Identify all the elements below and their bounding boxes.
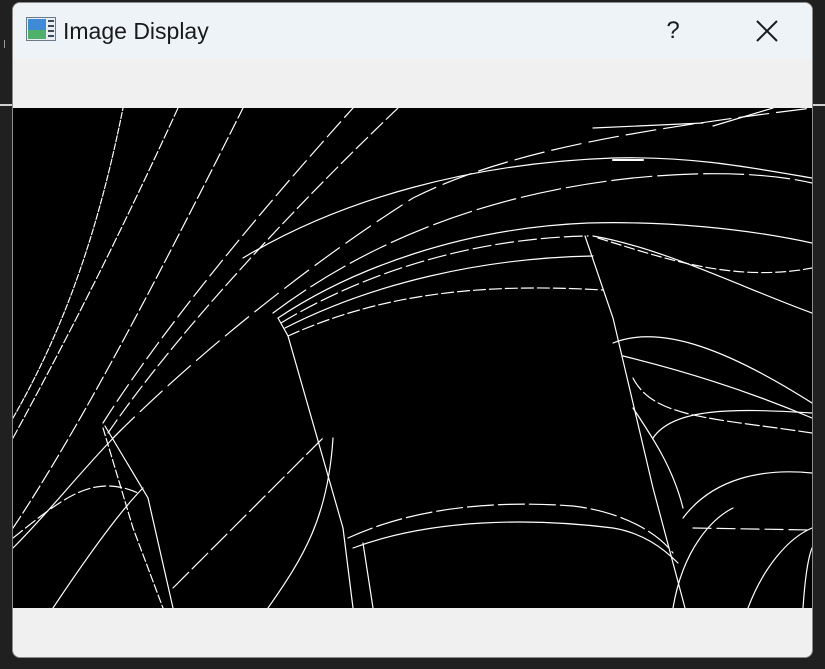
image-window-icon [26,17,56,41]
edge-detection-image [13,108,812,608]
help-button[interactable]: ? [645,9,701,53]
close-icon [756,20,778,42]
background-window-fragment [0,40,5,48]
title-bar[interactable]: Image Display ? [13,3,812,59]
close-button[interactable] [741,9,793,53]
image-display-window: Image Display ? [12,2,813,658]
status-bar [13,608,812,657]
image-canvas [13,108,812,608]
window-title: Image Display [63,18,209,44]
toolbar-area [13,59,812,108]
